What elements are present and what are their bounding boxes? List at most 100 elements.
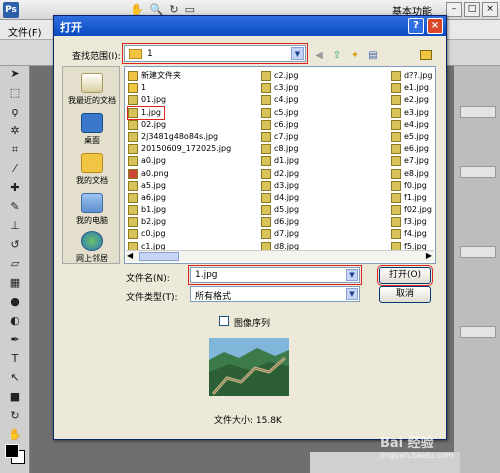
lasso-tool-icon[interactable]: ϙ [4, 105, 26, 123]
list-item[interactable]: c0.jpg [128, 228, 231, 240]
list-item[interactable]: a0.png [128, 168, 231, 180]
type-tool-icon[interactable]: T [4, 352, 26, 370]
chevron-down-icon[interactable]: ▼ [346, 269, 358, 281]
list-item-selected[interactable]: 1.jpg [127, 105, 165, 120]
help-button[interactable]: ? [408, 18, 424, 34]
eyedropper-icon[interactable]: ⁄ [4, 162, 26, 180]
list-item[interactable]: b1.jpg [128, 204, 231, 216]
list-item[interactable]: e6.jpg [391, 143, 433, 155]
list-item[interactable]: f4.jpg [391, 228, 433, 240]
scroll-right-icon[interactable]: ▶ [426, 251, 432, 260]
marquee-tool-icon[interactable]: ⬚ [4, 86, 26, 104]
list-item[interactable]: a6.jpg [128, 192, 231, 204]
list-item[interactable]: 2j3481g48o84s.jpg [128, 131, 231, 143]
list-item[interactable]: c2.jpg [261, 70, 299, 82]
path-select-icon[interactable]: ↖ [4, 371, 26, 389]
list-item[interactable]: 20150609_172025.jpg [128, 143, 231, 155]
list-item[interactable]: e5.jpg [391, 131, 433, 143]
panel-tab[interactable] [460, 246, 496, 258]
panel-tab[interactable] [460, 106, 496, 118]
list-item[interactable]: c3.jpg [261, 82, 299, 94]
chevron-down-icon[interactable]: ▼ [291, 47, 304, 60]
list-item[interactable]: c5.jpg [261, 107, 299, 119]
chevron-down-icon[interactable]: ▼ [346, 288, 358, 300]
list-item[interactable]: e2.jpg [391, 94, 433, 106]
magic-wand-icon[interactable]: ✲ [4, 124, 26, 142]
list-item[interactable]: d1.jpg [261, 155, 299, 167]
list-item[interactable]: b2.jpg [128, 216, 231, 228]
list-item[interactable]: 新建文件夹 [128, 70, 231, 82]
list-item[interactable]: e3.jpg [391, 107, 433, 119]
cancel-button[interactable]: 取消 [379, 286, 431, 303]
dialog-titlebar[interactable]: 打开 ? × [54, 16, 446, 36]
close-app-button[interactable]: × [482, 2, 498, 17]
pen-tool-icon[interactable]: ✒ [4, 333, 26, 351]
list-item[interactable]: d??.jpg [391, 70, 433, 82]
list-item[interactable]: c7.jpg [261, 131, 299, 143]
list-item[interactable]: 01.jpg [128, 94, 231, 106]
image-sequence-label: 图像序列 [234, 319, 271, 329]
place-desktop[interactable]: 桌面 [63, 113, 121, 146]
filename-input[interactable]: 1.jpg ▼ [188, 265, 362, 285]
list-item[interactable]: d3.jpg [261, 180, 299, 192]
list-item[interactable]: e8.jpg [391, 168, 433, 180]
maximize-button[interactable]: □ [464, 2, 480, 17]
blur-tool-icon[interactable]: ● [4, 295, 26, 313]
filetype-dropdown[interactable]: 所有格式 ▼ [190, 286, 360, 302]
back-icon[interactable]: ◀ [312, 49, 326, 63]
list-item[interactable]: a0.jpg [128, 155, 231, 167]
list-item[interactable]: e1.jpg [391, 82, 433, 94]
file-list[interactable]: 新建文件夹 1 01.jpg 1.jpg 02.jpg 2j3481g48o84… [124, 66, 436, 264]
gradient-icon[interactable]: ▦ [4, 276, 26, 294]
stamp-tool-icon[interactable]: ⊥ [4, 219, 26, 237]
foreground-color-swatch[interactable] [5, 444, 19, 458]
history-brush-icon[interactable]: ↺ [4, 238, 26, 256]
list-item[interactable]: f1.jpg [391, 192, 433, 204]
new-folder-icon[interactable]: ✦ [348, 49, 362, 63]
list-item[interactable]: c4.jpg [261, 94, 299, 106]
list-item[interactable]: d6.jpg [261, 216, 299, 228]
place-recent[interactable]: 我最近的文档 [63, 73, 121, 106]
list-item[interactable]: f3.jpg [391, 216, 433, 228]
open-button[interactable]: 打开(O) [377, 265, 433, 286]
list-item[interactable]: 1 [128, 82, 231, 94]
list-item[interactable]: d2.jpg [261, 168, 299, 180]
list-item[interactable]: a5.jpg [128, 180, 231, 192]
list-item[interactable]: f02.jpg [391, 204, 433, 216]
eraser-icon[interactable]: ▱ [4, 257, 26, 275]
list-item[interactable]: f0.jpg [391, 180, 433, 192]
image-file-icon [261, 205, 271, 216]
open-folder-icon[interactable] [420, 50, 432, 60]
up-folder-icon[interactable]: ⇧ [330, 49, 344, 63]
list-item[interactable]: 02.jpg [128, 119, 231, 131]
place-my-computer[interactable]: 我的电脑 [63, 193, 121, 226]
3d-rotate-icon[interactable]: ↻ [4, 409, 26, 427]
place-my-documents[interactable]: 我的文档 [63, 153, 121, 186]
scroll-thumb[interactable] [139, 252, 179, 261]
list-item[interactable]: c8.jpg [261, 143, 299, 155]
list-item[interactable]: d5.jpg [261, 204, 299, 216]
image-sequence-checkbox[interactable] [219, 316, 229, 326]
list-item[interactable]: d7.jpg [261, 228, 299, 240]
horizontal-scrollbar[interactable]: ◀ ▶ [126, 250, 434, 262]
panel-tab[interactable] [460, 326, 496, 338]
menu-file[interactable]: 文件(F) [8, 24, 42, 39]
scroll-left-icon[interactable]: ◀ [127, 251, 133, 260]
list-item[interactable]: e4.jpg [391, 119, 433, 131]
view-menu-icon[interactable]: ▤ [366, 49, 380, 63]
shape-tool-icon[interactable]: ■ [4, 390, 26, 408]
healing-brush-icon[interactable]: ✚ [4, 181, 26, 199]
list-item[interactable]: e7.jpg [391, 155, 433, 167]
list-item[interactable]: d4.jpg [261, 192, 299, 204]
place-network[interactable]: 网上邻居 [63, 231, 121, 264]
crop-tool-icon[interactable]: ⌗ [4, 143, 26, 161]
close-button[interactable]: × [427, 18, 443, 34]
list-item[interactable]: c6.jpg [261, 119, 299, 131]
brush-tool-icon[interactable]: ✎ [4, 200, 26, 218]
panel-tab[interactable] [460, 166, 496, 178]
dodge-tool-icon[interactable]: ◐ [4, 314, 26, 332]
minimize-button[interactable]: – [446, 2, 462, 17]
lookin-dropdown[interactable]: 1 ▼ [122, 43, 308, 64]
baidu-watermark: Bai 经验 jingyan.baidu.com [380, 432, 500, 470]
move-tool-icon[interactable]: ➤ [4, 67, 26, 85]
